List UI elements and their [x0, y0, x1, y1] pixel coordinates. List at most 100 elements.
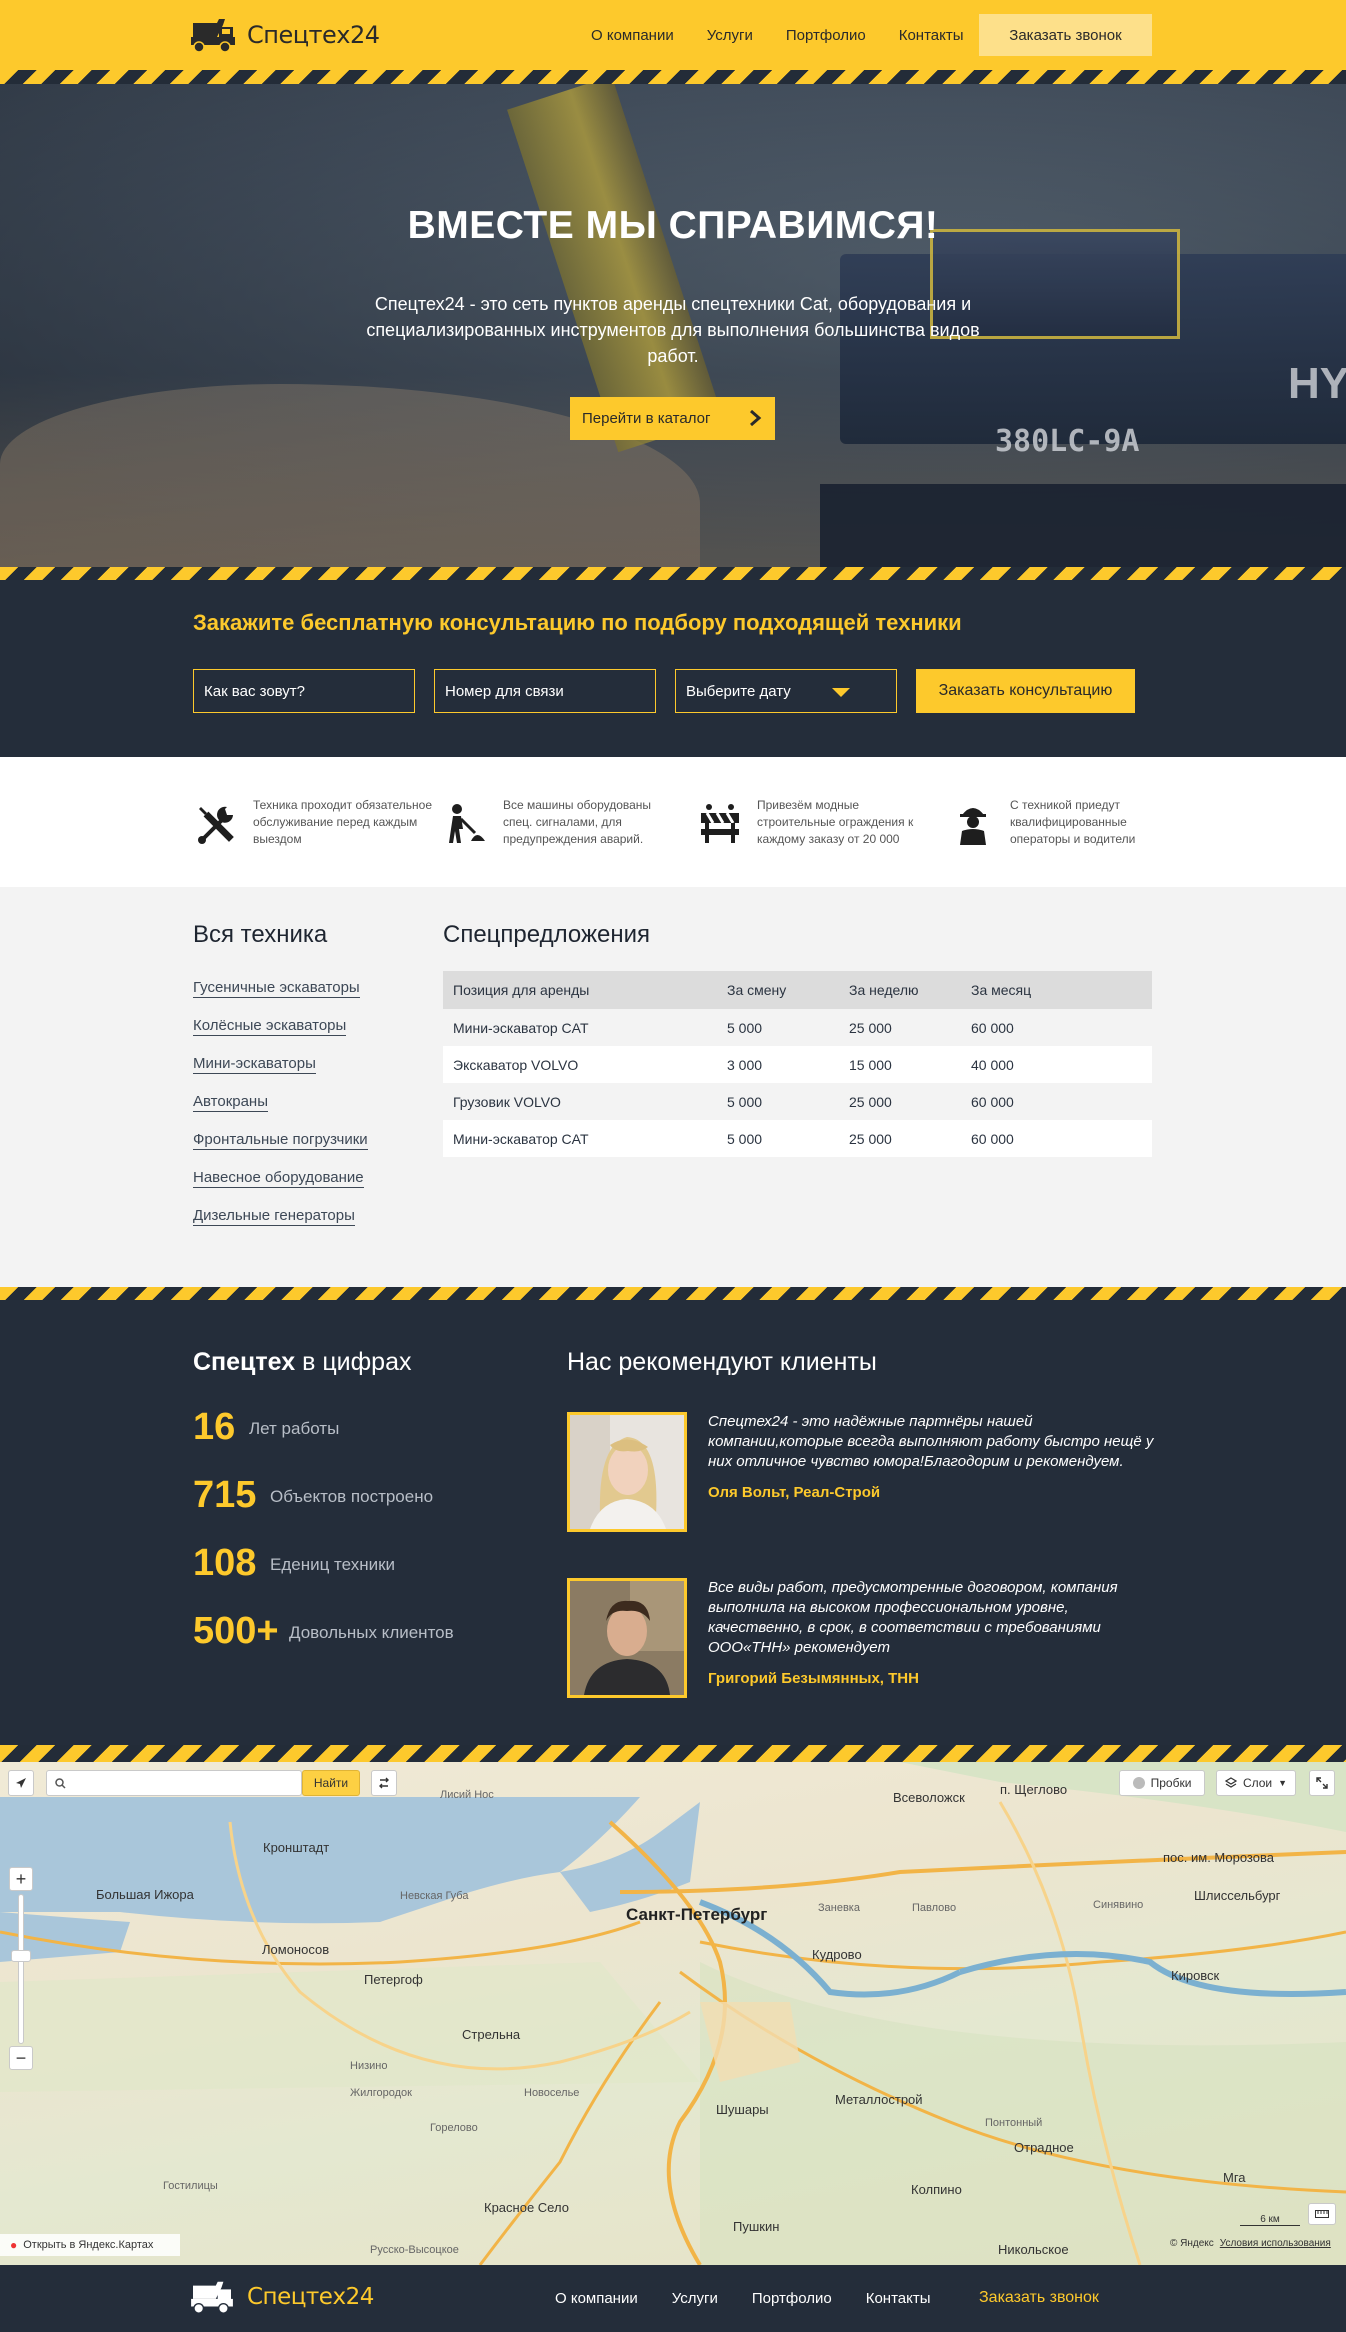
stats-section: Спецтех в цифрах 16 Лет работы 715 Объек… — [0, 1300, 1346, 1745]
footer-order-call-link[interactable]: Заказать звонок — [979, 2289, 1099, 2307]
footer-nav-portfolio[interactable]: Портфолио — [752, 2290, 832, 2307]
map-label: Горелово — [430, 2122, 478, 2134]
zoom-slider-track[interactable] — [18, 1894, 24, 2044]
reviews-title: Нас рекомендуют клиенты — [567, 1348, 877, 1376]
traffic-label: Пробки — [1150, 1776, 1192, 1790]
catalog-link[interactable]: Фронтальные погрузчики — [193, 1130, 368, 1150]
order-call-button[interactable]: Заказать звонок — [979, 14, 1152, 56]
stat-value: 500+ — [193, 1610, 279, 1652]
excavator-model-text: 380LC-9A — [995, 424, 1140, 459]
column-header: За месяц — [961, 971, 1152, 1009]
locate-button[interactable] — [8, 1770, 34, 1796]
search-icon — [55, 1777, 66, 1789]
nav-about[interactable]: О компании — [591, 27, 674, 44]
order-consultation-button[interactable]: Заказать консультацию — [916, 669, 1135, 713]
logo[interactable]: Спецтех24 — [189, 14, 380, 56]
avatar-man — [570, 1581, 684, 1695]
table-cell: Экскаватор VOLVO — [443, 1046, 717, 1083]
footer-nav-contacts[interactable]: Контакты — [866, 2290, 931, 2307]
stat-value: 715 — [193, 1474, 257, 1516]
map-label: Невская Губа — [400, 1890, 469, 1902]
nav-services[interactable]: Услуги — [707, 27, 753, 44]
table-header-row: Позиция для аренды За смену За неделю За… — [443, 971, 1152, 1009]
map-label: пос. им. Морозова — [1163, 1850, 1274, 1865]
name-input[interactable]: Как вас зовут? — [193, 669, 415, 713]
footer-nav-about[interactable]: О компании — [555, 2290, 638, 2307]
hero-text: Спецтех24 - это сеть пунктов аренды спец… — [366, 294, 980, 366]
map-label: Гостилицы — [163, 2180, 218, 2192]
yandex-map[interactable]: Найти Пробки Слои ▼ + − п. Щеглово Санкт… — [0, 1762, 1346, 2265]
table-cell: Мини-эскаватор CAT — [443, 1120, 717, 1157]
nav-portfolio[interactable]: Портфолио — [786, 27, 866, 44]
ruler-button[interactable] — [1308, 2203, 1336, 2225]
ruler-icon — [1315, 2210, 1329, 2218]
feature-text: Все машины оборудованы спец. сигналами, … — [503, 798, 652, 846]
date-select[interactable]: Выберите дату — [675, 669, 897, 713]
terms-link[interactable]: Условия использования — [1220, 2238, 1331, 2249]
layers-button[interactable]: Слои ▼ — [1216, 1770, 1296, 1796]
footer-nav-services[interactable]: Услуги — [672, 2290, 718, 2307]
table-cell: 15 000 — [839, 1046, 961, 1083]
catalog-link[interactable]: Гусеничные эскаваторы — [193, 978, 360, 998]
map-label: Красное Село — [484, 2200, 569, 2215]
site-header: Спецтех24 О компании Услуги Портфолио Ко… — [0, 0, 1346, 70]
footer-nav: О компании Услуги Портфолио Контакты — [555, 2265, 965, 2332]
stat-label: Едениц техники — [270, 1555, 396, 1574]
avatar — [567, 1578, 687, 1698]
catalog-link[interactable]: Автокраны — [193, 1092, 268, 1112]
map-search-input[interactable] — [46, 1770, 302, 1796]
catalog-link[interactable]: Колёсные эскаваторы — [193, 1016, 347, 1036]
stat-label: Довольных клиентов — [289, 1623, 454, 1642]
map-label: Жилгородок — [350, 2087, 412, 2099]
table-cell: 25 000 — [839, 1083, 961, 1120]
table-cell: 60 000 — [961, 1120, 1152, 1157]
hazard-stripe — [0, 70, 1346, 84]
plus-icon: + — [15, 1868, 27, 1889]
catalog-link[interactable]: Дизельные генераторы — [193, 1206, 355, 1226]
map-label: Русско-Высоцкое — [370, 2244, 459, 2256]
map-label: Никольское — [998, 2242, 1069, 2257]
map-label: Ломоносов — [262, 1942, 330, 1957]
zoom-slider-handle[interactable] — [11, 1950, 31, 1962]
brand-name: Спецтех24 — [247, 21, 380, 49]
minus-icon: − — [15, 2047, 27, 2068]
map-label: Кудрово — [812, 1947, 862, 1962]
open-in-yandex-link[interactable]: ● Открыть в Яндекс.Картах — [0, 2234, 180, 2256]
map-label: Всеволожск — [893, 1790, 965, 1805]
catalog-link[interactable]: Мини-эскаваторы — [193, 1054, 316, 1074]
table-cell: 60 000 — [961, 1009, 1152, 1046]
fullscreen-button[interactable] — [1309, 1770, 1335, 1796]
map-label: Заневка — [818, 1902, 860, 1914]
avatar — [567, 1412, 687, 1532]
phone-input[interactable]: Номер для связи — [434, 669, 656, 713]
hazard-stripe — [0, 1745, 1346, 1762]
map-scale: 6 км — [1240, 2214, 1300, 2226]
chevron-right-icon — [750, 410, 762, 426]
map-label: Синявино — [1093, 1899, 1144, 1911]
column-header: Позиция для аренды — [443, 971, 717, 1009]
stat-label: Объектов построено — [270, 1487, 434, 1506]
traffic-button[interactable]: Пробки — [1119, 1770, 1205, 1796]
map-label: Понтонный — [985, 2117, 1043, 2129]
table-cell: 25 000 — [839, 1009, 961, 1046]
map-search-button[interactable]: Найти — [302, 1770, 360, 1796]
stats-title-bold: Спецтех — [193, 1348, 296, 1376]
chevron-down-icon: ▼ — [1278, 1778, 1288, 1788]
footer-logo[interactable]: Спецтех24 — [189, 2278, 374, 2316]
stat-label: Лет работы — [249, 1419, 340, 1438]
traffic-icon — [1132, 1777, 1145, 1789]
dropdown-arrow-icon — [832, 688, 850, 697]
review-author: Оля Вольт, Реал-Строй — [708, 1484, 881, 1501]
feature-text: Привезём модные строительные ограждения … — [757, 798, 914, 846]
worker-icon — [449, 804, 485, 843]
excavator-track — [820, 484, 1346, 567]
zoom-out-button[interactable]: − — [9, 2046, 33, 2070]
catalog-link[interactable]: Навесное оборудование — [193, 1168, 364, 1188]
map-label: Большая Ижора — [96, 1887, 194, 1902]
route-button[interactable] — [371, 1770, 397, 1796]
map-label: Пушкин — [733, 2219, 780, 2234]
nav-contacts[interactable]: Контакты — [899, 27, 964, 44]
table-row: Мини-эскаватор CAT 5 000 25 000 60 000 — [443, 1120, 1152, 1157]
catalog-button[interactable]: Перейти в каталог — [570, 397, 775, 440]
zoom-in-button[interactable]: + — [9, 1867, 33, 1891]
